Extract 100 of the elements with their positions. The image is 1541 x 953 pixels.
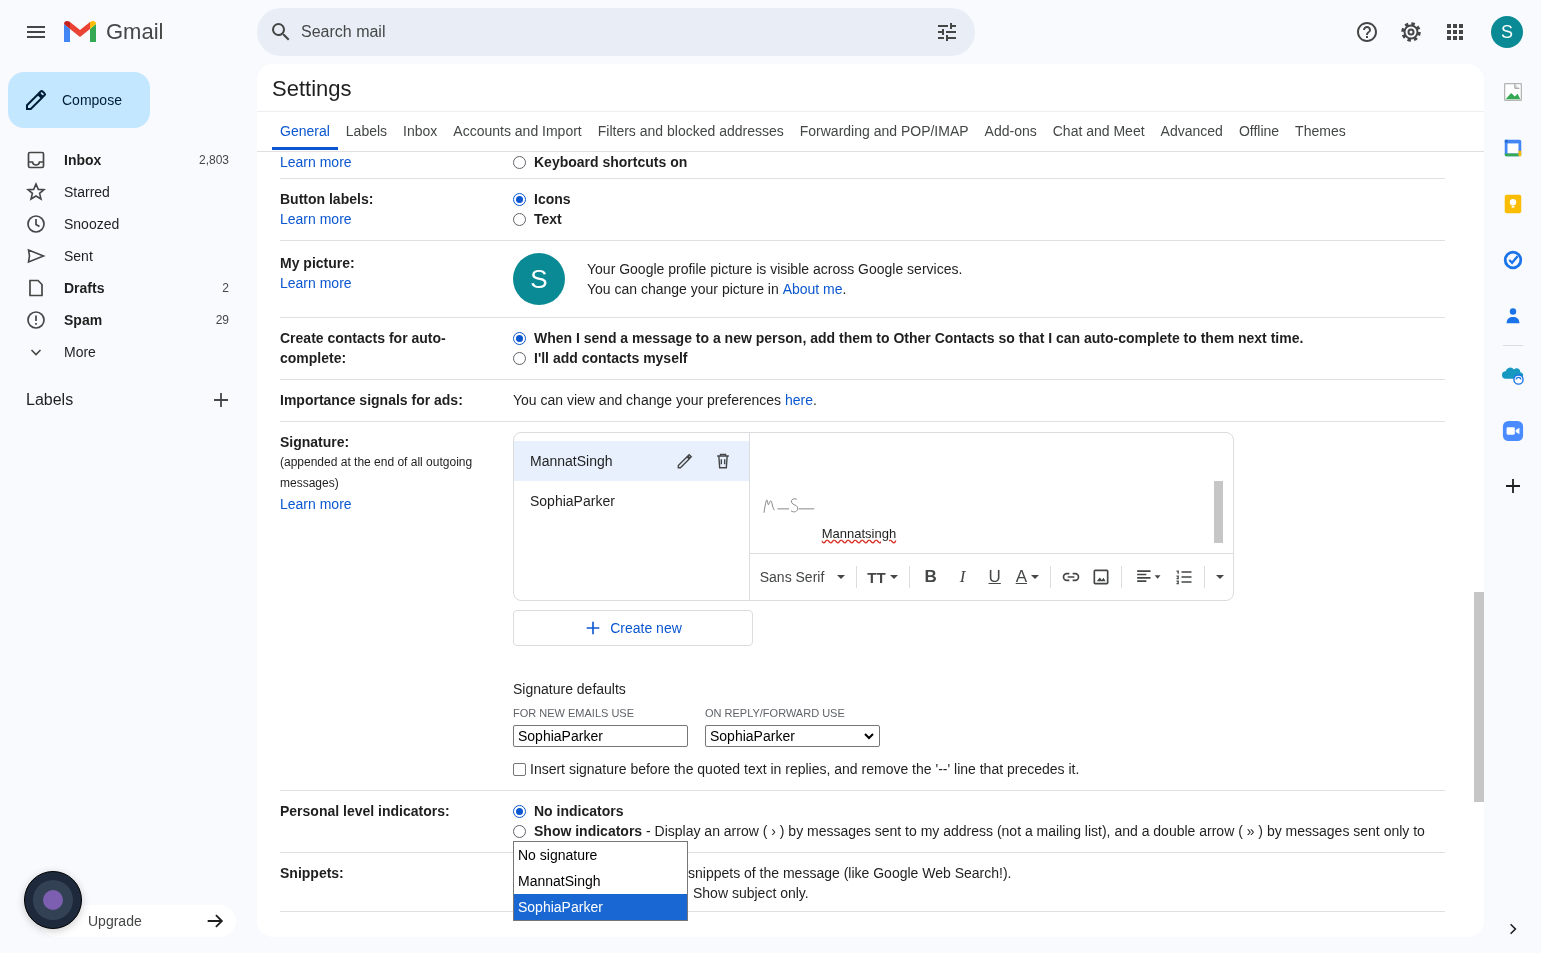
learn-more-link[interactable]: Learn more <box>280 209 352 229</box>
pencil-icon <box>24 88 48 112</box>
alert-icon <box>26 310 46 330</box>
option-label: Keyboard shortcuts on <box>534 153 688 172</box>
period-text: . <box>842 280 847 299</box>
picture-info-text: You can change your picture in <box>587 280 780 299</box>
learn-more-link[interactable]: Learn more <box>280 494 352 514</box>
create-new-button[interactable]: Create new <box>513 610 753 646</box>
unread-count: 2,803 <box>198 153 229 167</box>
caret-icon <box>836 572 847 582</box>
field-label: FOR NEW EMAILS USE <box>513 706 636 721</box>
checkbox[interactable] <box>513 762 526 776</box>
option-label: No indicators <box>534 802 624 821</box>
folder-item[interactable]: More <box>0 336 257 368</box>
inbox-icon <box>26 150 46 170</box>
setting-label: Importance signals for ads: <box>280 391 463 410</box>
setting-label: Create contacts for auto-complete: <box>280 329 447 368</box>
underline-button[interactable]: U <box>983 567 1006 587</box>
signature-item[interactable]: MannatSingh <box>514 441 749 481</box>
learn-more-link[interactable]: Learn more <box>280 152 352 172</box>
video-camera-icon[interactable] <box>1501 420 1524 442</box>
star-icon <box>26 182 46 202</box>
insert-image-icon[interactable] <box>1091 567 1111 587</box>
compose-button[interactable]: Compose <box>8 72 150 128</box>
field-label: ON REPLY/FORWARD USE <box>705 706 846 721</box>
help-icon[interactable] <box>1355 20 1379 44</box>
setting-label: Signature: <box>280 433 350 452</box>
snippets-option-text: snippets of the message (like Google Web Search!). <box>688 864 1013 883</box>
scrollbar-thumb[interactable] <box>1474 592 1484 802</box>
text-size-button[interactable]: TT <box>867 568 899 586</box>
labels-heading: Labels <box>26 391 74 409</box>
checkbox-label: Insert signature before the quoted text in replies, and remove the '--' line that precedes it. <box>530 760 1080 779</box>
dropdown-option[interactable]: SophiaParker <box>514 894 687 920</box>
recording-widget-icon[interactable] <box>24 871 82 929</box>
search-field[interactable]: Search mail <box>257 8 975 56</box>
text-color-button[interactable]: A <box>1015 567 1040 587</box>
image-icon[interactable] <box>1501 81 1524 103</box>
folder-item[interactable]: Inbox 2,803 <box>0 144 257 176</box>
ads-info-text: You can view and change your preferences <box>513 391 782 410</box>
settings-tab[interactable]: Themes <box>1287 112 1354 150</box>
folder-item[interactable]: Starred <box>0 176 257 208</box>
filter-options-icon[interactable] <box>935 20 959 44</box>
app-name: Gmail <box>106 19 164 45</box>
option-label: When I send a message to a new person, add them to Other Contacts so that I can auto-complete to them next time. <box>534 329 1304 348</box>
caret-icon <box>888 572 899 582</box>
snippets-option-text: Show subject only. <box>693 884 810 903</box>
clock-icon <box>26 214 46 234</box>
folder-item[interactable]: Drafts 2 <box>0 272 257 304</box>
signature-name: MannatSingh <box>530 452 614 471</box>
option-label: Show indicators - Display an arrow ( › ) by messages sent to my address (not a mailing list), and a double arrow ( » ) by messages sent only to <box>534 822 1425 841</box>
reply-signature-select[interactable]: SophiaParker <box>705 725 880 747</box>
settings-tab[interactable]: Offline <box>1230 112 1288 150</box>
setting-label: Personal level indicators: <box>280 802 450 821</box>
dropdown-option[interactable]: No signature <box>514 842 687 868</box>
settings-tab[interactable]: Add-ons <box>976 112 1045 150</box>
about-me-link[interactable]: About me <box>782 279 843 299</box>
settings-tab[interactable]: General <box>272 112 338 150</box>
option-label: I'll add contacts myself <box>534 349 688 368</box>
send-icon <box>26 246 46 266</box>
signature-text: Mannatsingh <box>821 525 897 543</box>
setting-note: (appended at the end of all outgoing messages) <box>280 454 474 492</box>
settings-tab[interactable]: Labels <box>337 112 396 150</box>
add-icon[interactable] <box>211 390 231 410</box>
more-options-caret-icon[interactable] <box>1215 572 1225 582</box>
setting-label: My picture: <box>280 254 355 273</box>
here-link[interactable]: here <box>784 390 813 410</box>
option-label: Icons <box>534 190 571 209</box>
settings-tab[interactable]: Accounts and Import <box>445 112 590 150</box>
signature-defaults-heading: Signature defaults <box>513 680 627 699</box>
settings-tab[interactable]: Forwarding and POP/IMAP <box>791 112 977 150</box>
settings-tab[interactable]: Inbox <box>395 112 446 150</box>
new-email-signature-select[interactable]: SophiaParker <box>513 725 688 747</box>
task-check-icon[interactable] <box>1501 249 1524 271</box>
settings-icon[interactable] <box>1399 20 1423 44</box>
scrollbar-thumb[interactable] <box>1214 481 1223 543</box>
settings-tab[interactable]: Chat and Meet <box>1044 112 1153 150</box>
account-avatar[interactable]: S <box>1491 16 1523 48</box>
settings-tab[interactable]: Advanced <box>1152 112 1231 150</box>
profile-avatar[interactable]: S <box>513 253 565 305</box>
italic-button[interactable]: I <box>951 567 974 587</box>
mail-logo-icon <box>64 20 96 44</box>
signature-item[interactable]: SophiaParker <box>514 481 749 521</box>
dropdown-option[interactable]: MannatSingh <box>514 868 687 894</box>
font-dropdown[interactable]: Sans Serif <box>759 569 847 585</box>
learn-more-link[interactable]: Learn more <box>280 273 352 293</box>
document-icon <box>26 278 46 298</box>
bold-button[interactable]: B <box>919 567 942 587</box>
period-text: . <box>812 391 817 410</box>
picture-info-text: Your Google profile picture is visible across Google services. <box>587 260 963 279</box>
folder-item[interactable]: Sent <box>0 240 257 272</box>
option-label: Text <box>534 210 562 229</box>
page-title: Settings <box>257 64 1484 112</box>
folder-item[interactable]: Spam 29 <box>0 304 257 336</box>
setting-label: Snippets: <box>280 864 344 883</box>
folder-item[interactable]: Snoozed <box>0 208 257 240</box>
settings-tab[interactable]: Filters and blocked addresses <box>589 112 792 150</box>
caret-icon <box>1030 572 1040 582</box>
unread-count: 2 <box>222 281 229 295</box>
unread-count: 29 <box>215 313 229 327</box>
setting-label: Button labels: <box>280 190 374 209</box>
